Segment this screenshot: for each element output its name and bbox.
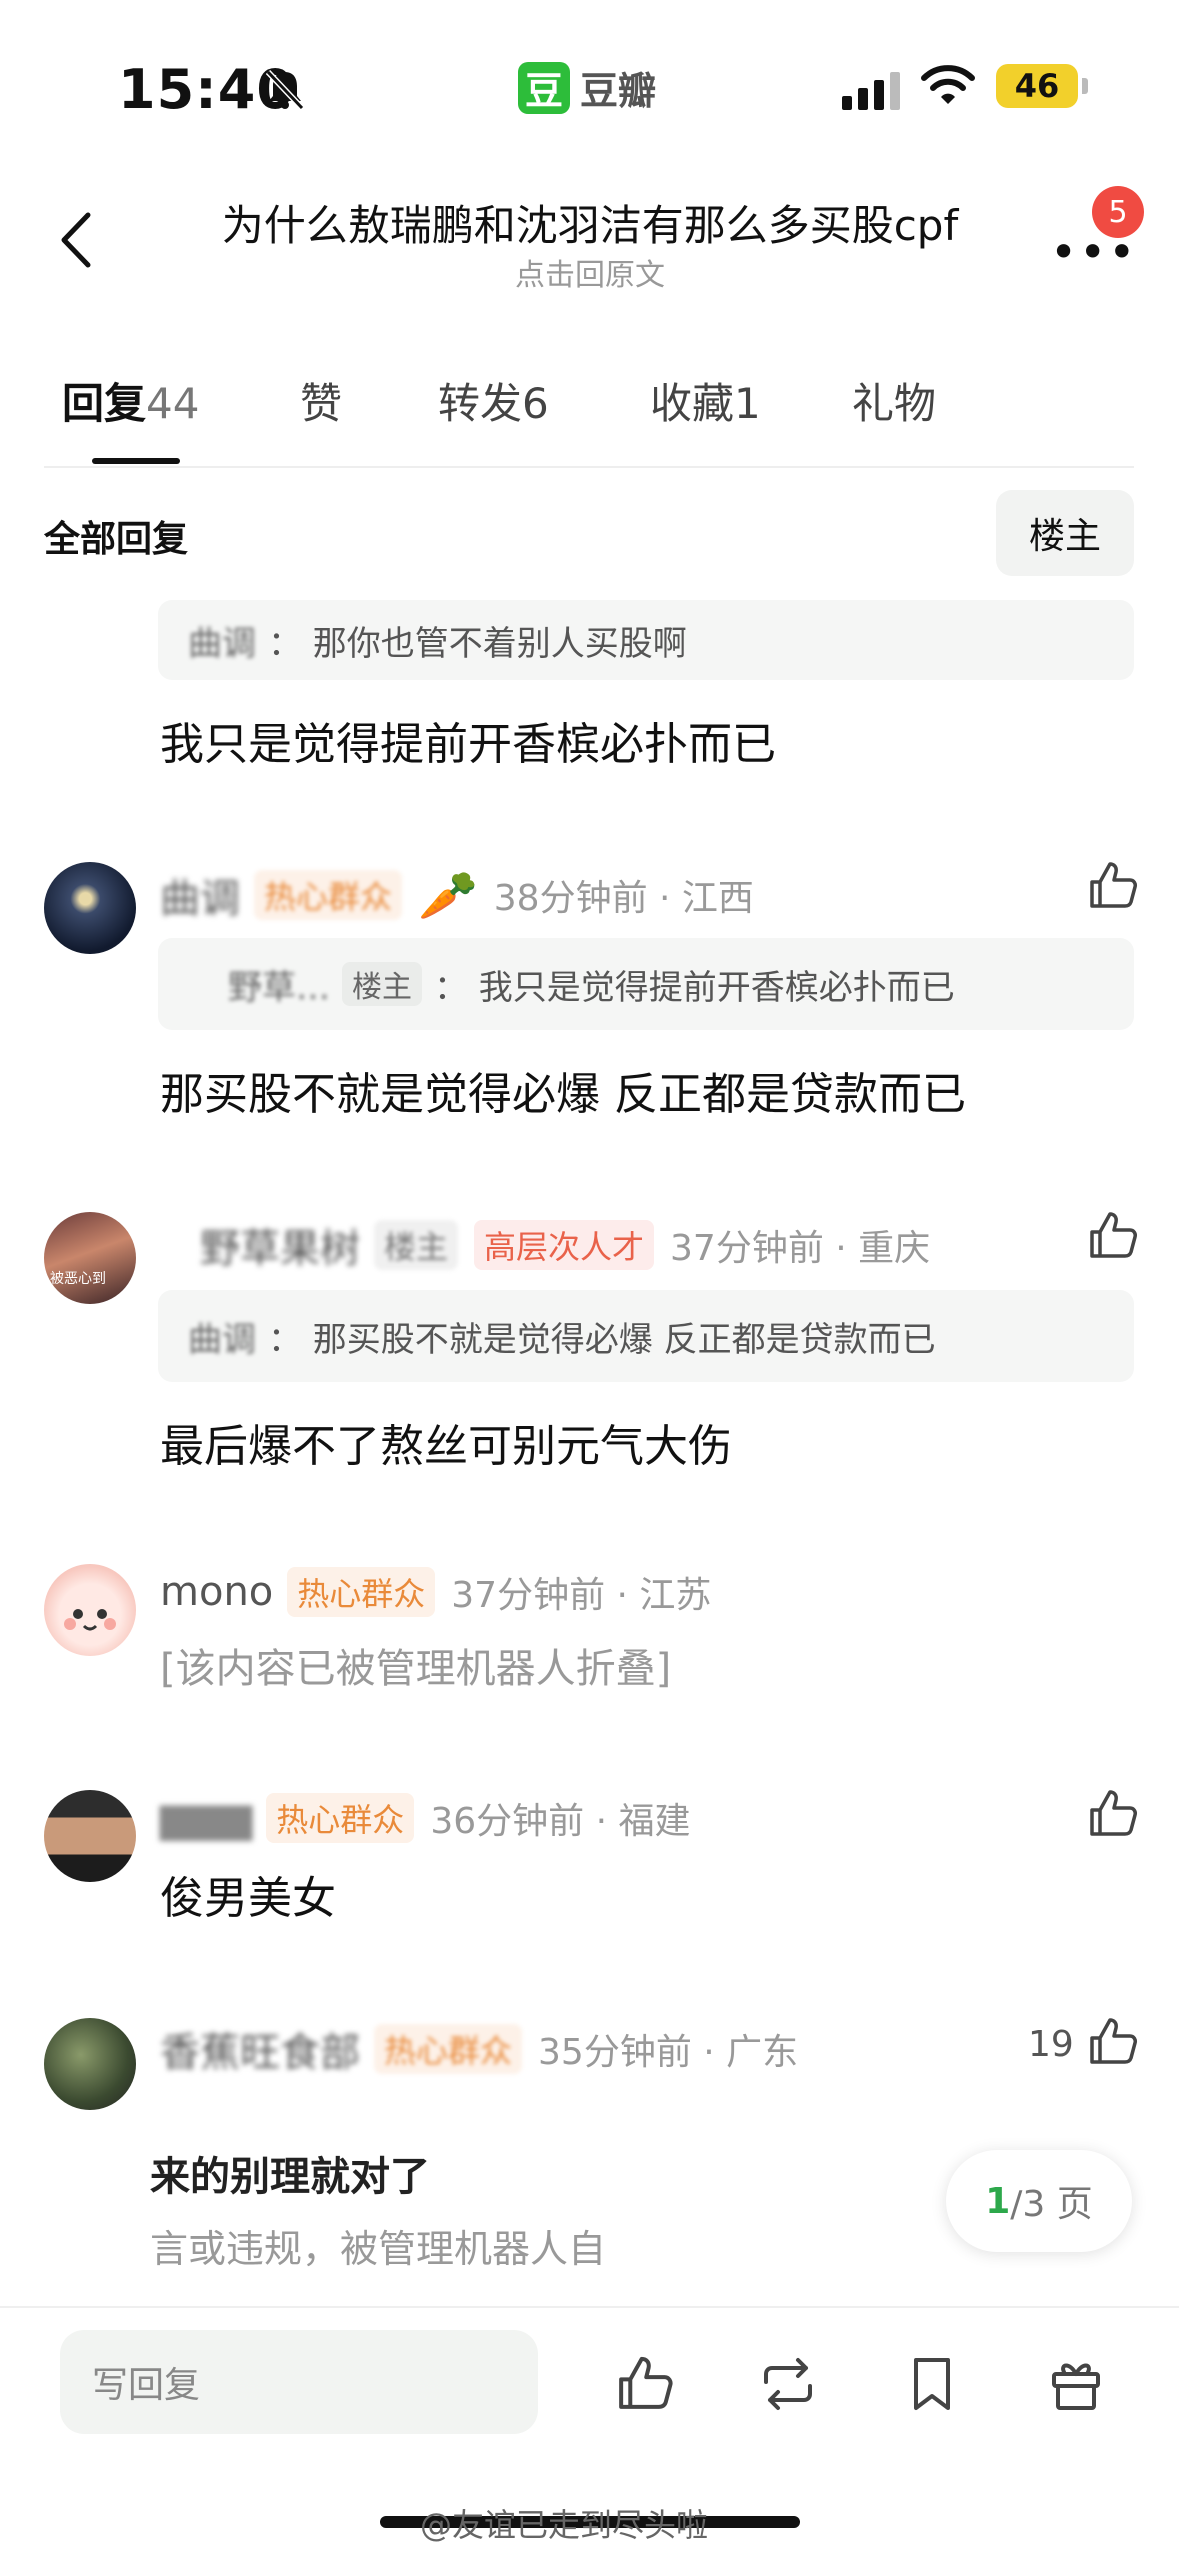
tab-collections[interactable]: 收藏1 — [650, 370, 761, 431]
tab-label: 回复 — [62, 379, 147, 428]
tab-label: 赞 — [300, 379, 343, 428]
gift-icon[interactable] — [1044, 2352, 1108, 2416]
bookmark-icon[interactable] — [900, 2352, 964, 2416]
quoted-username: 曲调 — [188, 623, 256, 664]
comment-text: 我只是觉得提前开香槟必扑而已 — [160, 719, 776, 770]
quoted-reply: 野草… 楼主 ： 我只是觉得提前开香槟必扑而已 — [158, 938, 1134, 1030]
quoted-text: ： 那买股不就是觉得必爆 反正都是贷款而已 — [268, 1319, 936, 1360]
avatar[interactable] — [44, 862, 136, 954]
repost-icon[interactable] — [756, 2352, 820, 2416]
app-indicator: 豆 豆瓣 — [518, 60, 656, 115]
op-only-button[interactable]: 楼主 — [996, 490, 1134, 576]
battery-icon: 46 — [996, 64, 1078, 108]
back-to-original-link[interactable]: 点击回原文 — [150, 250, 1030, 294]
tab-reposts[interactable]: 转发6 — [438, 370, 549, 431]
battery-nub — [1082, 78, 1088, 94]
active-tab-indicator — [92, 458, 180, 464]
thumbs-up-icon[interactable] — [612, 2352, 676, 2416]
tab-gifts[interactable]: 礼物 — [852, 370, 936, 431]
all-replies-label: 全部回复 — [44, 519, 189, 560]
comment-text: 最后爆不了熬丝可别元气大伤 — [160, 1421, 732, 1472]
user-tag: 高层次人才 — [474, 1220, 655, 1270]
quoted-text: ： 那你也管不着别人买股啊 — [268, 623, 687, 664]
reply-input[interactable]: 写回复 — [60, 2330, 538, 2434]
tab-count: 44 — [146, 379, 200, 428]
quoted-text: ： 我只是觉得提前开香槟必扑而已 — [434, 967, 955, 1008]
page-indicator[interactable]: 1/3 页 — [946, 2150, 1132, 2252]
bell-slash-icon — [265, 69, 305, 111]
carrot-icon: 🥕 — [418, 867, 478, 924]
app-name: 豆瓣 — [580, 69, 657, 113]
avatar[interactable] — [44, 2018, 136, 2110]
username[interactable]: 曲调 — [160, 866, 240, 924]
avatar[interactable] — [44, 1790, 136, 1882]
comment-text: 言或违规，被管理机器人自 — [150, 2227, 607, 2271]
comment-meta: ▆▆▆ 热心群众 36分钟前 · 福建 — [160, 1792, 690, 1844]
user-tag: 热心群众 — [374, 2024, 523, 2074]
avatar-caption: 被恶心到 — [50, 1271, 106, 1287]
op-tag: 楼主 — [342, 962, 422, 1006]
quoted-username: 曲调 — [188, 1319, 256, 1360]
op-tag: 楼主 — [374, 1220, 459, 1270]
tab-count: 1 — [734, 379, 761, 428]
comment-text: 来的别理就对了 — [150, 2154, 430, 2200]
tab-label: 礼物 — [852, 379, 937, 428]
quoted-reply: 曲调 ： 那你也管不着别人买股啊 — [158, 600, 1134, 680]
username[interactable]: mono — [160, 1569, 273, 1615]
thumbs-up-icon[interactable] — [1084, 1208, 1140, 1264]
comment-meta: mono 热心群众 37分钟前 · 江苏 — [160, 1566, 711, 1618]
comment-meta: 曲调 热心群众 🥕 38分钟前 · 江西 — [160, 866, 754, 924]
user-tag: 热心群众 — [287, 1567, 436, 1617]
time-location: 38分钟前 · 江西 — [493, 878, 754, 919]
user-tag: 热心群众 — [254, 870, 403, 920]
comment-text: 那买股不就是觉得必爆 反正都是贷款而已 — [160, 1069, 966, 1120]
comment-meta: 香蕉旺食部 热心群众 35分钟前 · 广东 — [160, 2020, 798, 2078]
tab-count: 6 — [522, 379, 549, 428]
time-location: 36分钟前 · 福建 — [430, 1801, 691, 1842]
status-bar: 15:40 豆 豆瓣 46 — [0, 0, 1179, 170]
quoted-username: 野草… — [228, 967, 330, 1008]
thumbs-up-icon[interactable] — [1084, 1786, 1140, 1842]
cartoon-face-icon — [64, 1609, 116, 1631]
time-location: 37分钟前 · 江苏 — [451, 1575, 712, 1616]
avatar[interactable]: 被恶心到 — [44, 1212, 136, 1304]
tab-likes[interactable]: 赞 — [300, 370, 342, 431]
like-count: 19 — [1028, 2024, 1074, 2065]
user-tag: 热心群众 — [266, 1793, 415, 1843]
wifi-icon — [921, 65, 975, 104]
thumbs-up-icon[interactable] — [1084, 858, 1140, 914]
avatar[interactable] — [44, 1564, 136, 1656]
page-title[interactable]: 为什么敖瑞鹏和沈羽洁有那么多买股cpf — [150, 192, 1030, 253]
signal-icon — [842, 70, 900, 110]
tab-label: 收藏 — [650, 379, 735, 428]
watermark: @友谊已走到尽头啦 — [420, 2506, 709, 2544]
time-location: 35分钟前 · 广东 — [538, 2032, 799, 2073]
comment-meta: 野草果树 楼主 高层次人才 37分钟前 · 重庆 — [200, 1216, 930, 1274]
comment-text: 俊男美女 — [160, 1873, 336, 1924]
tab-divider — [44, 466, 1134, 468]
username[interactable]: 野草果树 — [200, 1216, 360, 1274]
tab-replies[interactable]: 回复44 — [62, 370, 199, 431]
time-location: 37分钟前 · 重庆 — [670, 1228, 931, 1269]
douban-logo-icon: 豆 — [518, 61, 570, 114]
folded-notice[interactable]: [该内容已被管理机器人折叠] — [160, 1636, 671, 1694]
thumbs-up-icon[interactable] — [1084, 2014, 1140, 2070]
total-pages: /3 页 — [1010, 2184, 1093, 2225]
notification-badge: 5 — [1092, 186, 1144, 238]
username[interactable]: 香蕉旺食部 — [160, 2020, 360, 2078]
quoted-reply: 曲调 ： 那买股不就是觉得必爆 反正都是贷款而已 — [158, 1290, 1134, 1382]
username[interactable]: ▆▆▆ — [160, 1795, 252, 1841]
current-page: 1 — [985, 2180, 1011, 2222]
tab-label: 转发 — [438, 379, 523, 428]
back-chevron-icon[interactable] — [44, 205, 114, 275]
